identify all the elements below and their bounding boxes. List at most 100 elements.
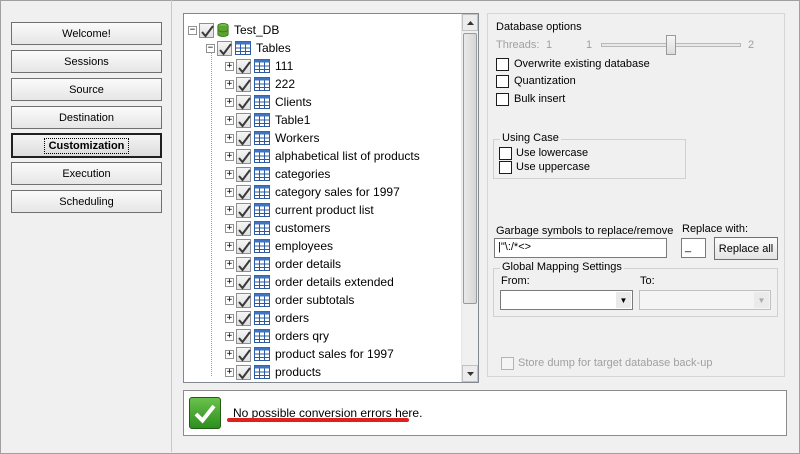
scrollbar-thumb[interactable] bbox=[463, 33, 477, 304]
table-checkbox[interactable] bbox=[236, 274, 251, 290]
store-dump-checkbox[interactable] bbox=[501, 357, 514, 370]
expand-table-icon[interactable]: + bbox=[225, 331, 234, 341]
expand-table-icon[interactable]: + bbox=[225, 367, 234, 377]
table-checkbox[interactable] bbox=[236, 220, 251, 236]
checkmark-icon bbox=[201, 24, 214, 38]
scroll-up-icon[interactable] bbox=[462, 14, 478, 31]
table-checkbox[interactable] bbox=[236, 256, 251, 272]
table-checkbox[interactable] bbox=[236, 148, 251, 164]
to-label: To: bbox=[640, 275, 655, 287]
replace-with-input[interactable]: _ bbox=[681, 238, 706, 258]
table-checkbox[interactable] bbox=[236, 58, 251, 74]
tree-scrollbar[interactable] bbox=[461, 14, 478, 382]
table-checkbox[interactable] bbox=[236, 166, 251, 182]
uppercase-checkbox[interactable] bbox=[499, 161, 512, 174]
nav-source-button[interactable]: Source bbox=[11, 78, 162, 101]
collapse-root-icon[interactable]: − bbox=[188, 25, 197, 35]
replace-all-button[interactable]: Replace all bbox=[714, 237, 778, 260]
root-checkbox[interactable] bbox=[199, 22, 214, 38]
table-row[interactable]: +222 bbox=[225, 75, 295, 93]
table-checkbox[interactable] bbox=[236, 202, 251, 218]
table-row[interactable]: + alphabetical list of products bbox=[225, 147, 420, 165]
expand-table-icon[interactable]: + bbox=[225, 79, 234, 89]
bulk-insert-checkbox[interactable] bbox=[496, 93, 509, 106]
expand-table-icon[interactable]: + bbox=[225, 133, 234, 143]
nav-destination-button[interactable]: Destination bbox=[11, 106, 162, 129]
mapping-title: Global Mapping Settings bbox=[500, 261, 624, 273]
table-icon bbox=[254, 149, 270, 163]
table-checkbox[interactable] bbox=[236, 328, 251, 344]
table-name: order details extended bbox=[275, 275, 394, 289]
quantization-checkbox[interactable] bbox=[496, 75, 509, 88]
table-row[interactable]: + orders bbox=[225, 309, 309, 327]
table-checkbox[interactable] bbox=[236, 112, 251, 128]
nav-source-label: Source bbox=[69, 83, 104, 96]
table-checkbox[interactable] bbox=[236, 292, 251, 308]
expand-table-icon[interactable]: + bbox=[225, 295, 234, 305]
table-checkbox[interactable] bbox=[236, 238, 251, 254]
expand-table-icon[interactable]: + bbox=[225, 259, 234, 269]
expand-table-icon[interactable]: + bbox=[225, 169, 234, 179]
expand-table-icon[interactable]: + bbox=[225, 61, 234, 71]
expand-table-icon[interactable]: + bbox=[225, 277, 234, 287]
table-row[interactable]: + employees bbox=[225, 237, 333, 255]
table-tree-view[interactable]: − Test_DB − Tables +111 +222 + Clients + Tabl… bbox=[183, 13, 479, 383]
table-checkbox[interactable] bbox=[236, 130, 251, 146]
table-row[interactable]: + Clients bbox=[225, 93, 312, 111]
expand-table-icon[interactable]: + bbox=[225, 187, 234, 197]
table-row[interactable]: + Table1 bbox=[225, 111, 310, 129]
nav-execution-button[interactable]: Execution bbox=[11, 162, 162, 185]
table-row[interactable]: + Workers bbox=[225, 129, 319, 147]
expand-table-icon[interactable]: + bbox=[225, 205, 234, 215]
garbage-label: Garbage symbols to replace/remove bbox=[496, 225, 674, 237]
table-row[interactable]: +111 bbox=[225, 57, 293, 75]
table-row[interactable]: + order subtotals bbox=[225, 291, 354, 309]
nav-welcome-label: Welcome! bbox=[62, 27, 111, 40]
overwrite-checkbox[interactable] bbox=[496, 58, 509, 71]
expand-table-icon[interactable]: + bbox=[225, 115, 234, 125]
expand-table-icon[interactable]: + bbox=[225, 97, 234, 107]
table-row[interactable]: + categories bbox=[225, 165, 330, 183]
table-row[interactable]: + customers bbox=[225, 219, 330, 237]
expand-table-icon[interactable]: + bbox=[225, 241, 234, 251]
tables-checkbox[interactable] bbox=[217, 40, 232, 56]
lowercase-checkbox[interactable] bbox=[499, 147, 512, 160]
table-row[interactable]: + product sales for 1997 bbox=[225, 345, 394, 363]
nav-welcome-button[interactable]: Welcome! bbox=[11, 22, 162, 45]
checkmark-icon bbox=[238, 312, 251, 326]
tree-root-row[interactable]: − Test_DB bbox=[188, 21, 279, 39]
tree-tables-row[interactable]: − Tables bbox=[206, 39, 291, 57]
status-underline bbox=[227, 418, 409, 422]
nav-customization-button[interactable]: Customization bbox=[11, 133, 162, 158]
collapse-tables-icon[interactable]: − bbox=[206, 43, 215, 53]
table-row[interactable]: + order details bbox=[225, 255, 341, 273]
table-name: Workers bbox=[275, 131, 320, 145]
table-checkbox[interactable] bbox=[236, 94, 251, 110]
database-icon bbox=[217, 23, 229, 37]
from-label: From: bbox=[501, 275, 530, 287]
quantization-label: Quantization bbox=[514, 75, 576, 87]
nav-sessions-button[interactable]: Sessions bbox=[11, 50, 162, 73]
from-select[interactable]: ▼ bbox=[500, 290, 633, 310]
expand-table-icon[interactable]: + bbox=[225, 349, 234, 359]
table-checkbox[interactable] bbox=[236, 310, 251, 326]
wizard-nav: Welcome! Sessions Source Destination Cus… bbox=[0, 0, 172, 452]
table-row[interactable]: + products bbox=[225, 363, 321, 381]
scroll-down-icon[interactable] bbox=[462, 365, 478, 382]
expand-table-icon[interactable]: + bbox=[225, 151, 234, 161]
table-checkbox[interactable] bbox=[236, 346, 251, 362]
expand-table-icon[interactable]: + bbox=[225, 223, 234, 233]
garbage-symbols-input[interactable]: |"\:/*<> bbox=[494, 238, 667, 258]
replace-all-label: Replace all bbox=[718, 242, 774, 255]
threads-slider-thumb[interactable] bbox=[666, 35, 676, 55]
table-row[interactable]: + orders qry bbox=[225, 327, 329, 345]
table-checkbox[interactable] bbox=[236, 76, 251, 92]
table-row[interactable]: + order details extended bbox=[225, 273, 394, 291]
table-row[interactable]: + current product list bbox=[225, 201, 374, 219]
table-checkbox[interactable] bbox=[236, 184, 251, 200]
nav-scheduling-button[interactable]: Scheduling bbox=[11, 190, 162, 213]
table-checkbox[interactable] bbox=[236, 364, 251, 380]
to-select[interactable]: ▼ bbox=[639, 290, 771, 310]
expand-table-icon[interactable]: + bbox=[225, 313, 234, 323]
table-row[interactable]: + category sales for 1997 bbox=[225, 183, 400, 201]
